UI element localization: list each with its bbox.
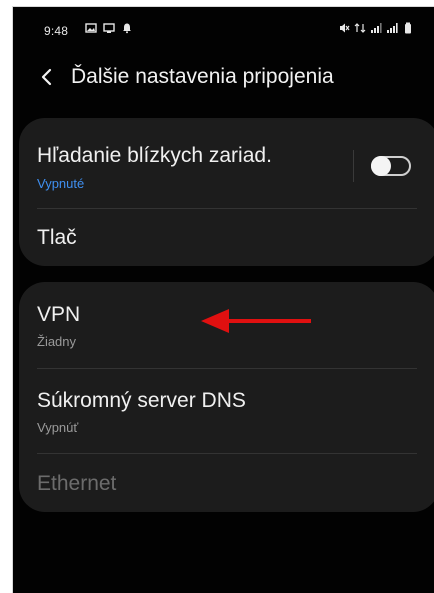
private-dns-status: Vypnúť: [37, 420, 79, 435]
battery-icon: [405, 22, 411, 34]
status-bar: 9:48: [13, 7, 434, 53]
annotation-arrow-icon: [201, 309, 311, 333]
chevron-left-icon[interactable]: [35, 63, 59, 91]
nearby-device-scanning-title: Hľadanie blízkych zariad.: [37, 144, 272, 167]
cast-icon: [103, 23, 115, 33]
image-icon: [85, 23, 97, 33]
printing-item[interactable]: Tlač: [19, 209, 434, 266]
data-4g-icon: [354, 23, 366, 33]
notification-icon: [123, 23, 131, 34]
private-dns-title: Súkromný server DNS: [37, 389, 246, 412]
vpn-title: VPN: [37, 303, 81, 326]
nearby-device-scanning-item[interactable]: Hľadanie blízkych zariad. Vypnuté: [19, 118, 434, 208]
header: Ďalšie nastavenia pripojenia: [13, 57, 434, 99]
signal-icon: [371, 23, 382, 33]
private-dns-item[interactable]: Súkromný server DNS Vypnúť: [19, 369, 434, 453]
printing-title: Tlač: [37, 226, 77, 249]
signal-icon: [387, 23, 398, 33]
page-title: Ďalšie nastavenia pripojenia: [71, 65, 334, 88]
settings-card-connections: Hľadanie blízkych zariad. Vypnuté Tlač: [19, 118, 434, 266]
status-right-icons: [338, 22, 414, 34]
nearby-device-scanning-status: Vypnuté: [37, 176, 85, 191]
ethernet-item: Ethernet: [19, 454, 434, 512]
toggle-knob: [371, 156, 391, 176]
vertical-divider: [353, 150, 354, 182]
phone-screen: 9:48 Ďalšie nastavenia pripojenia Hľadan…: [12, 6, 434, 593]
ethernet-title: Ethernet: [37, 472, 117, 495]
nearby-device-scanning-toggle[interactable]: [371, 156, 411, 176]
status-time: 9:48: [44, 24, 69, 38]
mute-icon: [340, 23, 350, 33]
status-left-icons: [85, 22, 133, 34]
vpn-status: Žiadny: [37, 334, 77, 349]
